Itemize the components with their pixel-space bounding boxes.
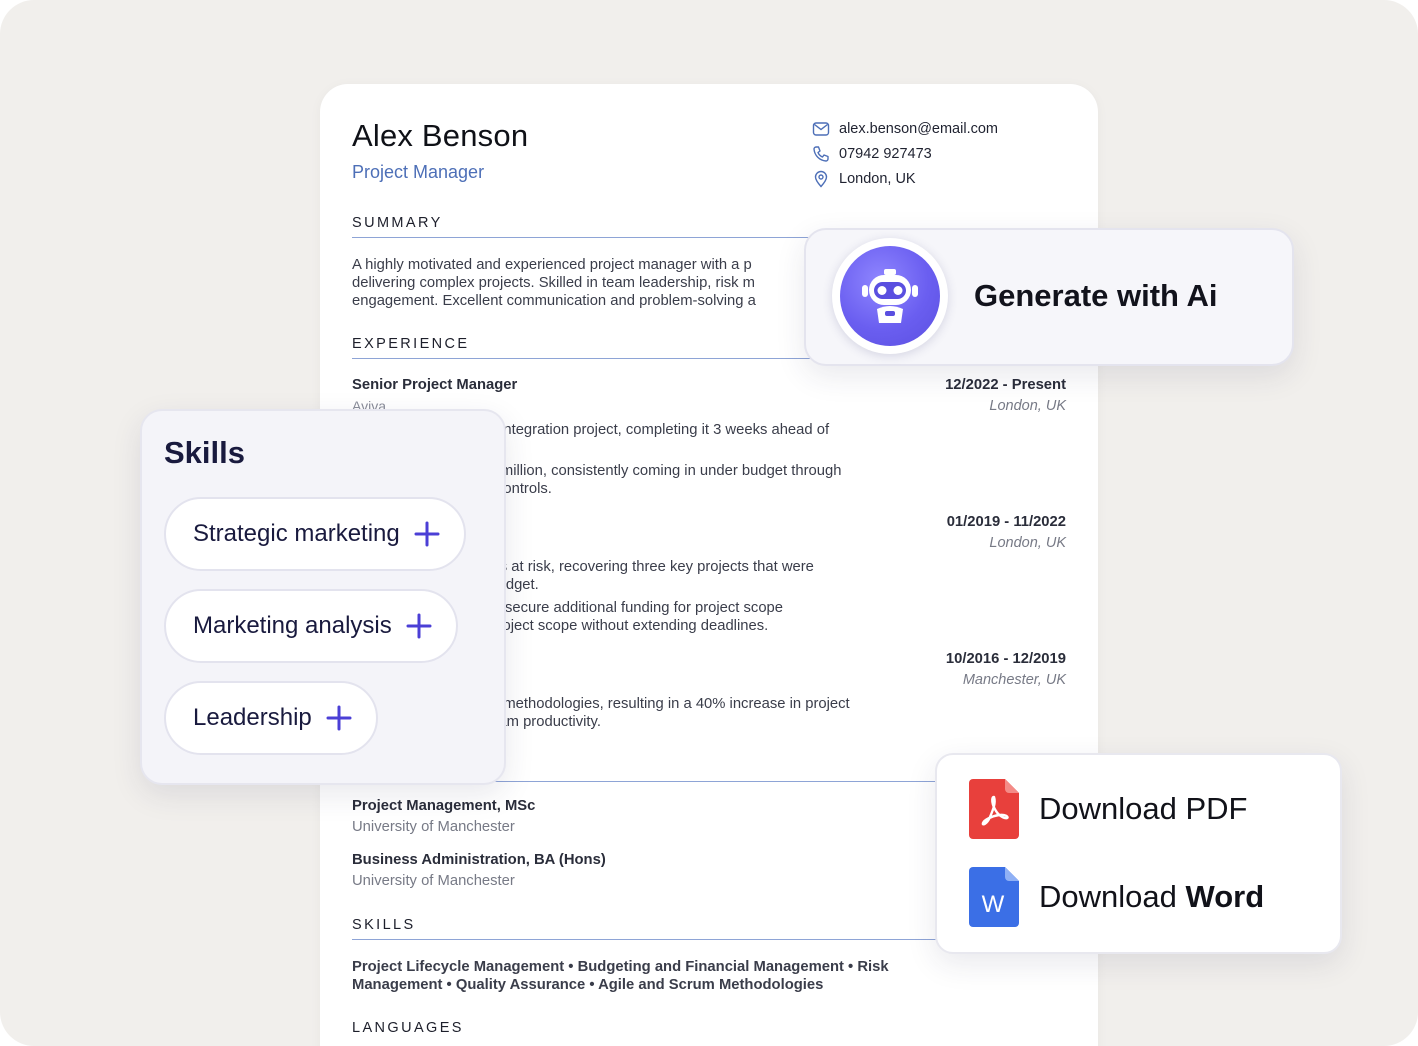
skills-panel: Skills Strategic marketing Marketing ana… [140,409,506,785]
job-title: Senior Project Manager [352,377,518,393]
download-word-bold: Word [1185,879,1265,914]
skills-line: Management • Quality Assurance • Agile a… [352,977,824,993]
resume-name: Alex Benson [352,118,529,153]
plus-icon [406,613,432,639]
contact-email: alex.benson@email.com [839,120,998,137]
job-date: 10/2016 - 12/2019 [945,651,1066,667]
contact-phone-row: 07942 927473 [812,141,998,166]
download-panel: Download PDF W Download Word [935,753,1342,954]
location-pin-icon [814,170,828,188]
download-word-button[interactable]: W Download Word [969,867,1264,927]
plus-icon [414,521,440,547]
skill-chip-leadership[interactable]: Leadership [164,681,378,755]
plus-icon [326,705,352,731]
skill-chip-label: Leadership [193,704,312,731]
ai-avatar [832,238,948,354]
education-degree: Project Management, MSc [352,798,536,814]
word-file-icon: W [969,867,1019,927]
phone-icon [813,145,829,162]
contact-phone: 07942 927473 [839,145,932,162]
contact-location-row: London, UK [812,166,998,191]
education-school: University of Manchester [352,873,515,889]
mail-icon [812,121,830,136]
download-word-prefix: Download [1039,879,1177,914]
job-location: London, UK [989,398,1066,414]
skill-chip-label: Marketing analysis [193,612,392,639]
word-icon-letter: W [982,891,1005,918]
skill-chip-marketing-analysis[interactable]: Marketing analysis [164,589,458,663]
job-location: Manchester, UK [962,672,1066,688]
generate-with-ai-button[interactable]: Generate with Ai [804,228,1294,366]
download-pdf-label: Download PDF [1039,791,1248,826]
job-location: London, UK [989,535,1066,551]
pdf-file-icon [969,779,1019,839]
app-canvas: Alex Benson Project Manager alex.benson@… [0,0,1418,1046]
resume-job-title: Project Manager [352,162,485,182]
generate-with-ai-label: Generate with Ai [974,278,1218,313]
skills-panel-heading: Skills [164,435,245,470]
contact-location: London, UK [839,170,916,187]
education-degree: Business Administration, BA (Hons) [352,852,606,868]
languages-heading: LANGUAGES [352,1020,464,1036]
robot-icon [862,269,918,323]
skill-chip-strategic-marketing[interactable]: Strategic marketing [164,497,466,571]
download-pdf-button[interactable]: Download PDF [969,779,1247,839]
download-word-label: Download Word [1039,879,1264,915]
skills-line: Project Lifecycle Management • Budgeting… [352,959,889,975]
contact-email-row: alex.benson@email.com [812,116,998,141]
job-date: 01/2019 - 11/2022 [946,514,1066,530]
education-school: University of Manchester [352,819,515,835]
job-date: 12/2022 - Present [945,377,1066,393]
contact-block: alex.benson@email.com 07942 927473 Londo… [812,116,998,191]
skill-chip-label: Strategic marketing [193,520,400,547]
